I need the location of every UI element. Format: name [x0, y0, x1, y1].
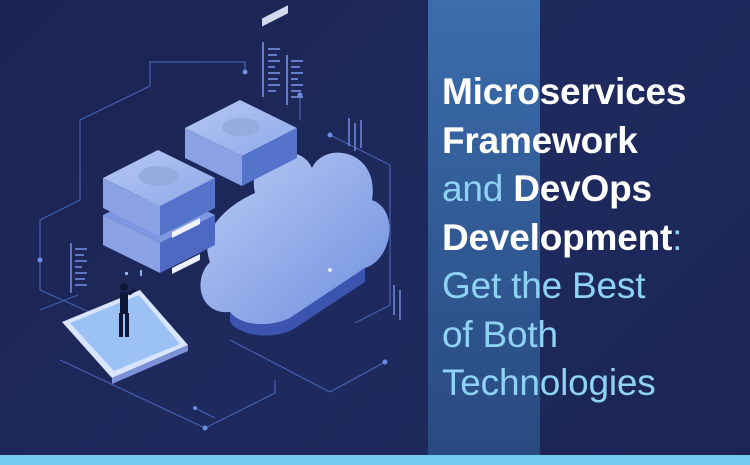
page-title: Microservices Framework and DevOps Devel…	[442, 68, 747, 408]
title-word-devops: DevOps	[513, 168, 652, 209]
title-word-and: and	[442, 168, 504, 209]
data-panel-icon	[70, 243, 87, 293]
cloud-infrastructure-illustration	[37, 5, 401, 431]
title-line-5: Get the Best	[442, 265, 646, 306]
title-line-1: Microservices	[442, 71, 687, 112]
title-line-3: and DevOps	[442, 165, 747, 214]
title-line-6: of Both	[442, 313, 558, 355]
cloud-icon	[200, 152, 390, 336]
title-colon: :	[672, 216, 683, 258]
title-line-7: Technologies	[442, 362, 656, 403]
title-word-development: Development	[442, 216, 673, 258]
hero-banner: Microservices Framework and DevOps Devel…	[0, 0, 750, 465]
data-panel-icon	[262, 42, 303, 105]
bottom-accent-bar	[0, 455, 750, 465]
title-line-4: Development:	[442, 214, 747, 263]
title-line-2: Framework	[442, 119, 638, 161]
